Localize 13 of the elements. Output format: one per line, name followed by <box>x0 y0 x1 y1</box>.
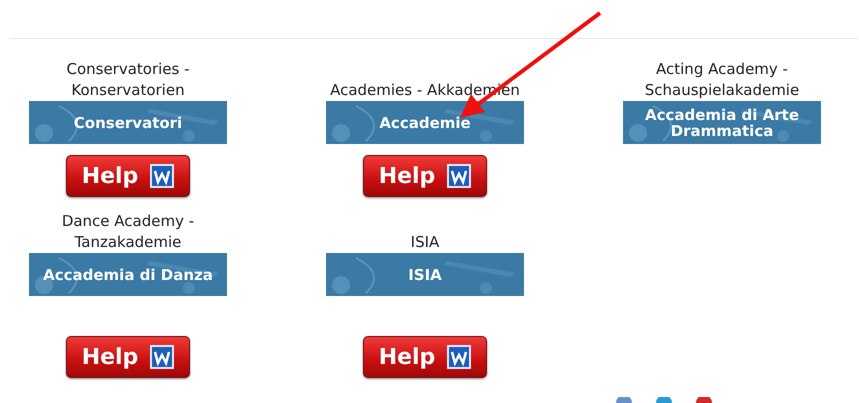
category-banner[interactable]: Accademia di Arte Drammatica <box>623 101 821 144</box>
category-label: Acting Academy - Schauspielakademie <box>644 59 800 101</box>
category-label: Conservatories - Konservatorien <box>65 59 191 101</box>
category-label: ISIA <box>410 232 440 253</box>
category-label: Dance Academy - Tanzakademie <box>60 211 196 253</box>
help-button[interactable]: Help <box>363 155 487 197</box>
category-banner[interactable]: Conservatori <box>29 101 227 144</box>
category-banner[interactable]: Accademie <box>326 101 524 144</box>
category-banner[interactable]: ISIA <box>326 253 524 296</box>
help-button[interactable]: Help <box>66 336 190 378</box>
help-button[interactable]: Help <box>363 336 487 378</box>
category-banner[interactable]: Accademia di Danza <box>29 253 227 296</box>
help-button[interactable]: Help <box>66 155 190 197</box>
